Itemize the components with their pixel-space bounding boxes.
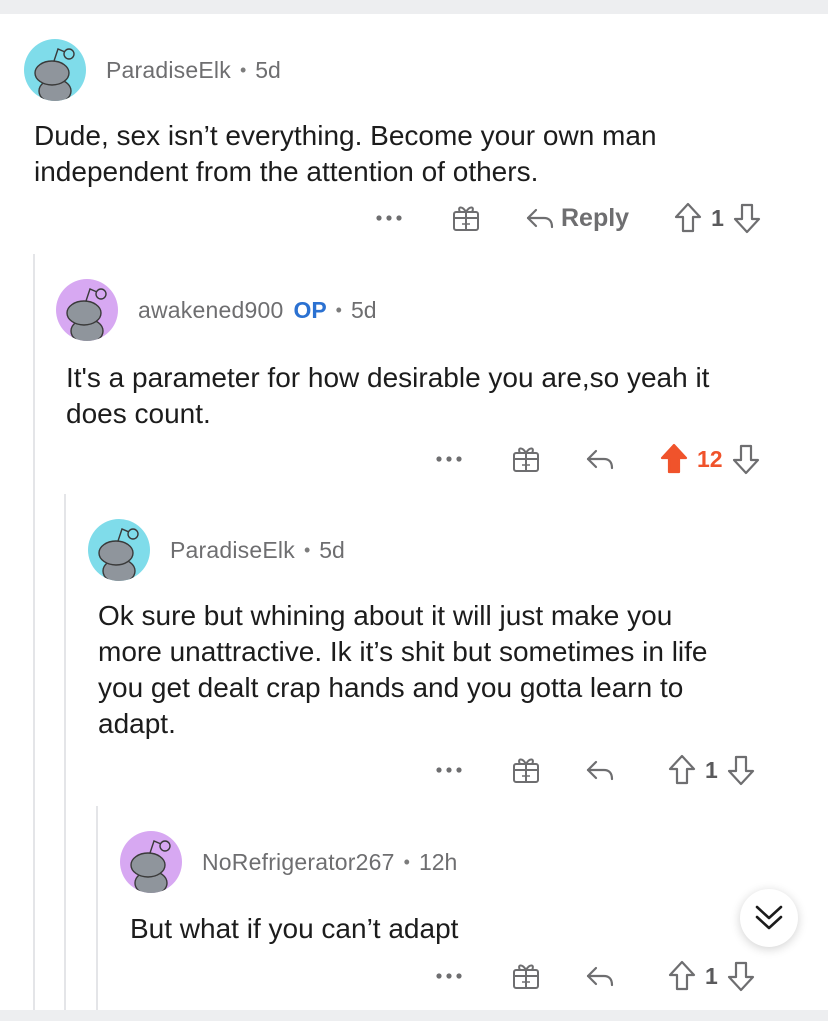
gift-award-icon[interactable] [511, 755, 541, 785]
vote-score: 12 [697, 445, 723, 472]
upvote-button[interactable] [659, 442, 689, 476]
bottom-divider [0, 1010, 828, 1021]
upvote-button[interactable] [667, 959, 697, 993]
downvote-button[interactable] [726, 753, 756, 787]
thread-line-level-2[interactable] [64, 494, 66, 1010]
top-divider [0, 0, 828, 14]
thread-line-level-1[interactable] [33, 254, 35, 1010]
reply-button[interactable]: Reply [525, 204, 629, 233]
more-options-button[interactable] [429, 443, 469, 475]
more-options-button[interactable] [369, 202, 409, 234]
upvote-arrow-icon [660, 443, 688, 474]
thread-line-level-3[interactable] [96, 806, 98, 1010]
reply-button[interactable] [585, 447, 615, 471]
separator-dot: • [303, 539, 311, 560]
comment-body: But what if you can’t adapt [130, 913, 459, 944]
jump-to-next-comment-button[interactable] [740, 889, 798, 947]
username[interactable]: NoRefrigerator267 [202, 849, 395, 876]
reply-arrow-icon [586, 760, 614, 781]
downvote-arrow-icon [727, 755, 754, 786]
downvote-button[interactable] [726, 959, 756, 993]
comment-header: ParadiseElk • 5d [88, 518, 345, 582]
comment-norefrigerator267: NoRefrigerator267 • 12h But what if you … [120, 830, 816, 1010]
snoo-avatar-icon[interactable] [56, 279, 118, 341]
comment-body: It's a parameter for how desirable you a… [66, 362, 710, 429]
separator-dot: • [335, 299, 342, 320]
comment-age: 5d [255, 56, 281, 83]
downvote-button[interactable] [731, 442, 761, 476]
upvote-arrow-icon [668, 960, 696, 991]
gift-award-icon[interactable] [511, 961, 541, 991]
comment-paradiseelk-1: ParadiseElk • 5d Dude, sex isn’t everyth… [24, 38, 804, 248]
reply-arrow-icon [586, 449, 614, 470]
vote-score: 1 [705, 962, 718, 989]
gift-award-icon[interactable] [451, 203, 481, 233]
comment-awakened900: awakened900 OP • 5d It's a parameter for… [56, 278, 816, 488]
reply-button[interactable] [585, 758, 615, 782]
upvote-button[interactable] [667, 753, 697, 787]
username[interactable]: ParadiseElk [170, 537, 295, 564]
vote-score: 1 [711, 204, 724, 231]
downvote-arrow-icon [732, 444, 759, 475]
username[interactable]: awakened900 [138, 297, 283, 324]
upvote-arrow-icon [668, 754, 696, 785]
snoo-avatar-icon[interactable] [24, 39, 86, 101]
comment-header: ParadiseElk • 5d [24, 38, 281, 102]
comment-header: NoRefrigerator267 • 12h [120, 830, 457, 894]
reply-label[interactable]: Reply [561, 204, 629, 233]
comment-actions: 1 [429, 750, 756, 790]
comment-actions: 12 [429, 439, 761, 479]
comment-body: Ok sure but whining about it will just m… [98, 600, 708, 739]
upvote-arrow-icon [674, 202, 702, 233]
comment-actions: Reply 1 [369, 198, 762, 238]
comment-header: awakened900 OP • 5d [56, 278, 377, 342]
comment-body: Dude, sex isn’t everything. Become your … [34, 120, 657, 187]
downvote-arrow-icon [727, 961, 754, 992]
comment-age: 5d [350, 296, 377, 323]
vote-score: 1 [705, 756, 718, 783]
downvote-button[interactable] [732, 201, 762, 235]
downvote-arrow-icon [733, 203, 760, 234]
double-chevron-down-icon [755, 905, 783, 930]
snoo-avatar-icon[interactable] [88, 519, 150, 581]
gift-award-icon[interactable] [511, 444, 541, 474]
comment-paradiseelk-2: ParadiseElk • 5d Ok sure but whining abo… [88, 518, 816, 808]
comment-age: 5d [319, 536, 345, 563]
separator-dot: • [239, 59, 247, 80]
upvote-button[interactable] [673, 201, 703, 235]
reply-arrow-icon [526, 208, 554, 229]
reply-button[interactable] [585, 964, 615, 988]
more-options-button[interactable] [429, 960, 469, 992]
comment-actions: 1 [429, 956, 756, 996]
more-options-button[interactable] [429, 754, 469, 786]
username[interactable]: ParadiseElk [106, 57, 231, 84]
comment-age: 12h [418, 848, 458, 875]
separator-dot: • [403, 851, 410, 872]
op-badge: OP [293, 296, 327, 323]
snoo-avatar-icon[interactable] [120, 831, 182, 893]
reply-arrow-icon [586, 966, 614, 987]
